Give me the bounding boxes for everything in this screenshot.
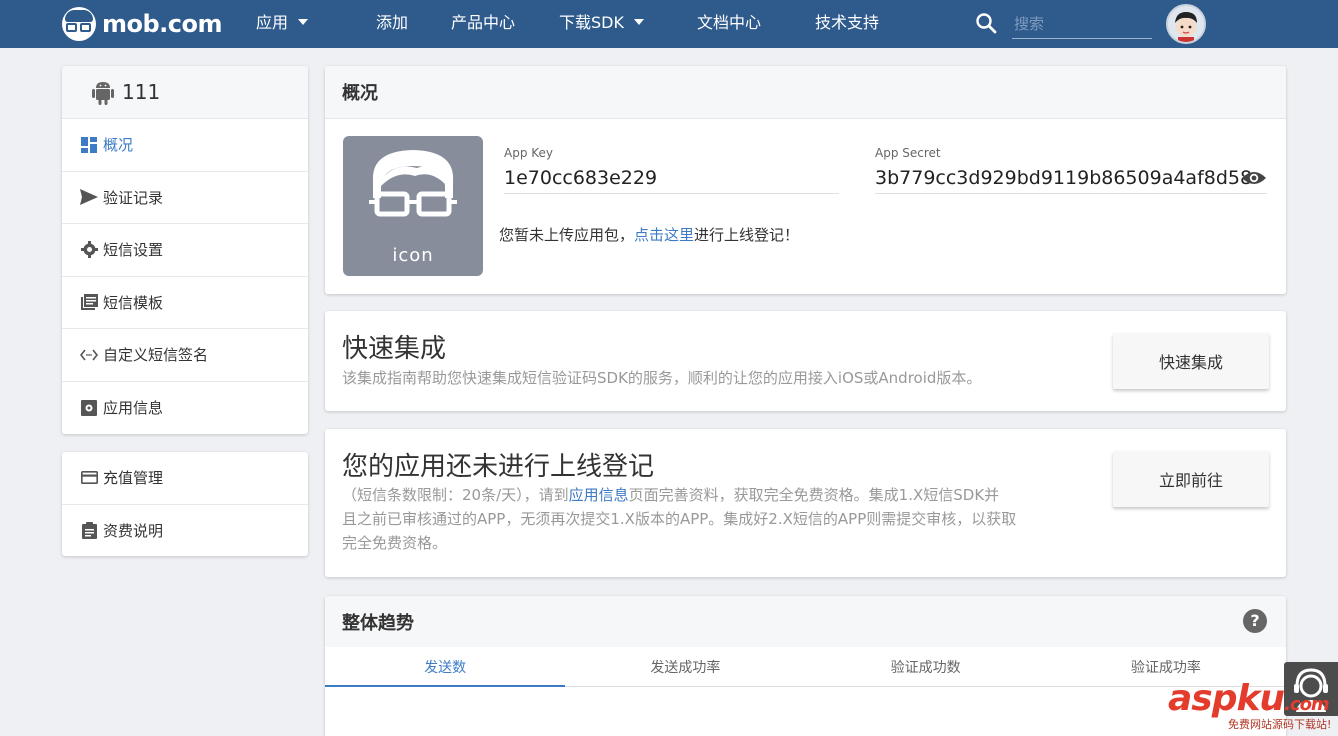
mob-logo[interactable]: mob.com xyxy=(62,6,223,42)
app-key-value: 1e70cc683e229 xyxy=(504,167,839,194)
tab-verify-success-count[interactable]: 验证成功数 xyxy=(806,647,1046,686)
quick-integration-card: 快速集成 该集成指南帮助您快速集成短信验证码SDK的服务，顺利的让您的应用接入i… xyxy=(325,311,1286,411)
app-name: 111 xyxy=(122,80,161,104)
sidebar-item-label: 自定义短信签名 xyxy=(103,346,209,365)
chevron-down-icon xyxy=(298,18,309,25)
help-icon[interactable]: ? xyxy=(1243,609,1267,633)
watermark-subtitle: 免费网站源码下载站! xyxy=(1228,718,1332,731)
sidebar-item-sms-templates[interactable]: 短信模板 xyxy=(62,277,308,329)
sidebar-item-pricing[interactable]: 资费说明 xyxy=(62,505,308,558)
sidebar-item-label: 资费说明 xyxy=(103,522,164,541)
code-icon xyxy=(80,346,98,364)
registration-desc-prefix: （短信条数限制：20条/天），请到 xyxy=(342,486,569,504)
upload-note-text: 您暂未上传应用包， xyxy=(499,226,635,244)
sidebar-item-overview[interactable]: 概况 xyxy=(62,119,308,172)
app-icon-label: icon xyxy=(392,245,434,266)
logo-text: mob.com xyxy=(102,10,223,38)
avatar-face-icon xyxy=(1175,12,1197,42)
trend-card: 整体趋势 ? 发送数 发送成功率 验证成功数 验证成功率 xyxy=(325,596,1286,736)
quick-integration-description: 该集成指南帮助您快速集成短信验证码SDK的服务，顺利的让您的应用接入iOS或An… xyxy=(342,369,982,387)
nav-docs[interactable]: 文档中心 xyxy=(697,0,761,48)
sidebar-item-label: 验证记录 xyxy=(103,188,164,207)
dashboard-icon xyxy=(80,136,98,154)
sidebar-item-verify-records[interactable]: 验证记录 xyxy=(62,172,308,224)
search-input[interactable] xyxy=(1012,10,1152,39)
registration-desc-line3: 完全免费资格。 xyxy=(342,534,448,552)
registration-desc-line2: 且之前已审核通过的APP，无须再次提交1.X版本的APP。集成好2.X短信的AP… xyxy=(342,510,1017,528)
sidebar-item-label: 充值管理 xyxy=(103,469,164,488)
chevron-down-icon xyxy=(633,18,644,25)
sidebar-item-label: 短信设置 xyxy=(103,241,164,260)
user-avatar[interactable] xyxy=(1166,4,1206,44)
sidebar-item-app-info[interactable]: 应用信息 xyxy=(62,382,308,435)
send-icon xyxy=(80,188,98,206)
registration-description: （短信条数限制：20条/天），请到应用信息页面完善资料，获取完全免费资格。集成1… xyxy=(342,483,1062,555)
trend-header: 整体趋势 ? xyxy=(325,596,1286,647)
eye-icon[interactable] xyxy=(1241,170,1267,186)
nav-download-sdk[interactable]: 下载SDK xyxy=(559,0,644,48)
sidebar-item-sms-settings[interactable]: 短信设置 xyxy=(62,224,308,277)
registration-desc-line1-suffix: 页面完善资料，获取完全免费资格。集成1.X短信SDK并 xyxy=(628,486,1000,504)
nav-apps-label: 应用 xyxy=(256,13,289,32)
upload-note-suffix: 进行上线登记！ xyxy=(694,226,800,244)
sidebar-billing-menu: 充值管理 资费说明 xyxy=(62,452,308,556)
quick-integration-button[interactable]: 快速集成 xyxy=(1113,333,1269,389)
credit-card-icon xyxy=(80,469,98,487)
sidebar-item-label: 短信模板 xyxy=(103,293,164,312)
registration-card: 您的应用还未进行上线登记 （短信条数限制：20条/天），请到应用信息页面完善资料… xyxy=(325,429,1286,577)
nav-support[interactable]: 技术支持 xyxy=(815,0,879,48)
app-avatar-icon xyxy=(369,150,457,236)
top-nav-bar: mob.com 应用 添加 产品中心 下载SDK 文档中心 技术支持 xyxy=(0,0,1338,48)
watermark-tld: .com xyxy=(1284,694,1330,715)
registration-desc-line1: （短信条数限制：20条/天），请到应用信息页面完善资料，获取完全免费资格。集成1… xyxy=(342,483,1062,507)
sidebar-item-custom-signature[interactable]: 自定义短信签名 xyxy=(62,329,308,382)
trend-tabs: 发送数 发送成功率 验证成功数 验证成功率 xyxy=(325,647,1286,687)
app-key-label: App Key xyxy=(504,146,554,160)
search-icon[interactable] xyxy=(975,12,997,34)
go-now-button[interactable]: 立即前往 xyxy=(1113,451,1269,507)
app-info-link[interactable]: 应用信息 xyxy=(569,486,629,504)
clipboard-icon xyxy=(80,522,98,540)
quick-integration-title: 快速集成 xyxy=(342,334,447,364)
logo-face-icon xyxy=(62,7,96,41)
tab-send-success-rate[interactable]: 发送成功率 xyxy=(565,647,805,686)
watermark-main: aspku xyxy=(1168,678,1285,719)
tab-send-count[interactable]: 发送数 xyxy=(325,647,566,687)
trend-title: 整体趋势 xyxy=(342,612,414,634)
overview-title: 概况 xyxy=(325,66,1286,119)
sidebar-item-recharge[interactable]: 充值管理 xyxy=(62,452,308,505)
sidebar-app-header: 111 xyxy=(62,66,308,119)
template-icon xyxy=(80,293,98,311)
registration-title: 您的应用还未进行上线登记 xyxy=(342,452,655,482)
nav-download-sdk-label: 下载SDK xyxy=(559,13,624,32)
upload-note: 您暂未上传应用包，点击这里进行上线登记！ xyxy=(499,224,799,245)
app-secret-label: App Secret xyxy=(875,146,941,160)
nav-apps[interactable]: 应用 xyxy=(256,0,309,48)
nav-products[interactable]: 产品中心 xyxy=(451,0,515,48)
gear-icon xyxy=(80,241,98,259)
nav-add[interactable]: 添加 xyxy=(376,0,408,48)
app-info-icon xyxy=(80,399,98,417)
app-secret-value: 3b779cc3d929bd9119b86509a4af8d58 xyxy=(875,167,1267,194)
sidebar-item-label: 概况 xyxy=(103,136,134,155)
sidebar-item-label: 应用信息 xyxy=(103,399,164,418)
site-watermark: aspku.com xyxy=(1168,678,1330,719)
app-icon-placeholder[interactable]: icon xyxy=(343,136,483,276)
upload-link[interactable]: 点击这里 xyxy=(634,226,694,244)
overview-card: 概况 icon App Key 1e70cc683e229 App Secret… xyxy=(325,66,1286,294)
android-icon xyxy=(92,82,114,105)
sidebar-menu: 111 概况 验证记录 短信设置 短信模板 自定义短信签名 应用信息 xyxy=(62,66,308,434)
